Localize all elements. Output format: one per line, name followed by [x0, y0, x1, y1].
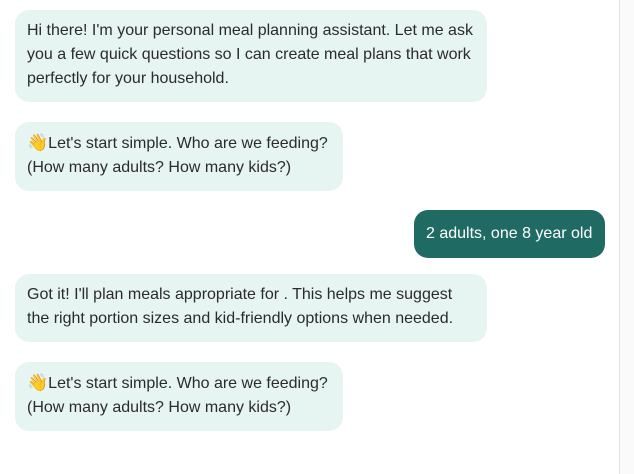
assistant-message-intro: Hi there! I'm your personal meal plannin… — [15, 10, 487, 102]
scrollbar[interactable] — [619, 0, 634, 474]
message-line: you a few quick questions so I can creat… — [27, 46, 471, 63]
message-text: Let's start simple. Who are we feeding? — [48, 135, 328, 152]
user-message: 2 adults, one 8 year old — [414, 210, 605, 258]
message-line: perfectly for your household. — [27, 70, 229, 87]
message-line: (How many adults? How many kids?) — [27, 159, 292, 176]
chat-transcript: Hi there! I'm your personal meal plannin… — [0, 0, 620, 474]
waving-hand-icon: 👋 — [27, 133, 49, 152]
waving-hand-icon: 👋 — [27, 373, 49, 392]
message-line: 👋Let's start simple. Who are we feeding? — [27, 371, 331, 396]
message-line: Hi there! I'm your personal meal plannin… — [27, 22, 473, 39]
message-text: Let's start simple. Who are we feeding? — [48, 375, 328, 392]
assistant-message-question: 👋Let's start simple. Who are we feeding?… — [15, 122, 343, 191]
assistant-message-question-repeat: 👋Let's start simple. Who are we feeding?… — [15, 362, 343, 431]
message-line: (How many adults? How many kids?) — [27, 399, 292, 416]
assistant-message-confirmation: Got it! I'll plan meals appropriate for … — [15, 274, 487, 342]
message-text: 2 adults, one 8 year old — [426, 225, 593, 242]
message-line: 👋Let's start simple. Who are we feeding? — [27, 131, 331, 156]
message-line: Got it! I'll plan meals appropriate for … — [27, 286, 453, 303]
message-line: the right portion sizes and kid-friendly… — [27, 310, 454, 327]
